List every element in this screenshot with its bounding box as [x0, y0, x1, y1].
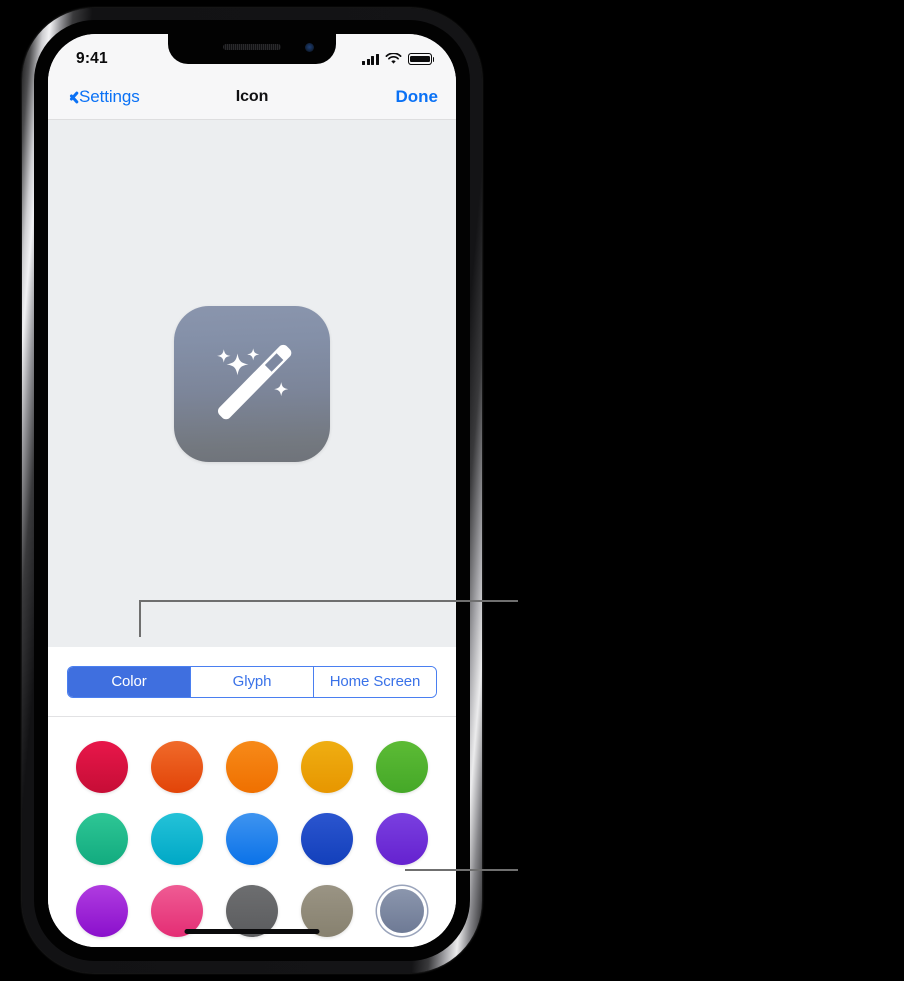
front-camera-icon	[305, 43, 314, 52]
home-indicator[interactable]	[184, 929, 320, 934]
segment-color[interactable]: Color	[68, 666, 190, 697]
wifi-icon	[385, 53, 402, 64]
swatch-fill	[301, 741, 353, 793]
color-swatch-crimson[interactable]	[74, 739, 130, 795]
swatch-fill	[376, 741, 428, 793]
navigation-bar: Settings Icon Done	[48, 74, 456, 120]
done-button[interactable]: Done	[396, 87, 439, 107]
magic-wand-sparkles-icon	[217, 344, 292, 419]
swatch-fill	[151, 741, 203, 793]
swatch-row	[74, 811, 430, 867]
swatch-fill	[376, 813, 428, 865]
segment-glyph[interactable]: Glyph	[190, 666, 313, 697]
screenshot-stage: 9:41 Settings Icon Done Color Glyph Home…	[0, 0, 904, 981]
segment-home-screen[interactable]: Home Screen	[313, 666, 436, 697]
color-swatch-purple[interactable]	[374, 811, 430, 867]
back-button[interactable]: Settings	[66, 87, 140, 107]
color-swatch-magenta[interactable]	[74, 883, 130, 939]
app-icon-preview	[174, 305, 330, 462]
swatch-fill	[226, 813, 278, 865]
battery-icon	[408, 53, 435, 65]
swatch-fill	[226, 741, 278, 793]
swatch-fill	[76, 885, 128, 937]
status-bar-time: 9:41	[76, 50, 108, 67]
segmented-control-band: Color Glyph Home Screen	[48, 647, 456, 717]
cellular-signal-icon	[362, 53, 379, 65]
callout-selected-color-horizontal	[405, 869, 518, 871]
color-swatch-deep-blue[interactable]	[299, 811, 355, 867]
swatch-fill	[151, 813, 203, 865]
color-swatch-orange[interactable]	[224, 739, 280, 795]
icon-preview-area	[48, 120, 456, 647]
status-bar-indicators	[362, 53, 435, 65]
color-swatch-green[interactable]	[374, 739, 430, 795]
back-button-label: Settings	[79, 86, 140, 106]
color-swatch-cyan[interactable]	[149, 811, 205, 867]
color-swatch-slate-blue[interactable]	[374, 883, 430, 939]
chevron-left-icon	[66, 87, 77, 106]
callout-segmented-control-horizontal	[139, 600, 518, 602]
color-swatch-light-blue[interactable]	[224, 811, 280, 867]
swatch-fill	[76, 813, 128, 865]
color-swatch-grid	[48, 717, 456, 947]
phone-frame: 9:41 Settings Icon Done Color Glyph Home…	[22, 8, 482, 973]
callout-segmented-control-vertical	[139, 600, 141, 637]
phone-screen: 9:41 Settings Icon Done Color Glyph Home…	[48, 34, 456, 947]
color-swatch-red-orange[interactable]	[149, 739, 205, 795]
swatch-fill	[301, 813, 353, 865]
swatch-fill	[380, 889, 424, 933]
notch	[168, 34, 336, 64]
swatch-fill	[76, 741, 128, 793]
color-swatch-amber[interactable]	[299, 739, 355, 795]
color-swatch-teal-green[interactable]	[74, 811, 130, 867]
swatch-row	[74, 739, 430, 795]
page-title: Icon	[235, 87, 269, 105]
phone-bezel: 9:41 Settings Icon Done Color Glyph Home…	[34, 20, 470, 961]
icon-mode-segmented-control[interactable]: Color Glyph Home Screen	[67, 665, 437, 698]
earpiece-speaker-icon	[223, 44, 281, 50]
